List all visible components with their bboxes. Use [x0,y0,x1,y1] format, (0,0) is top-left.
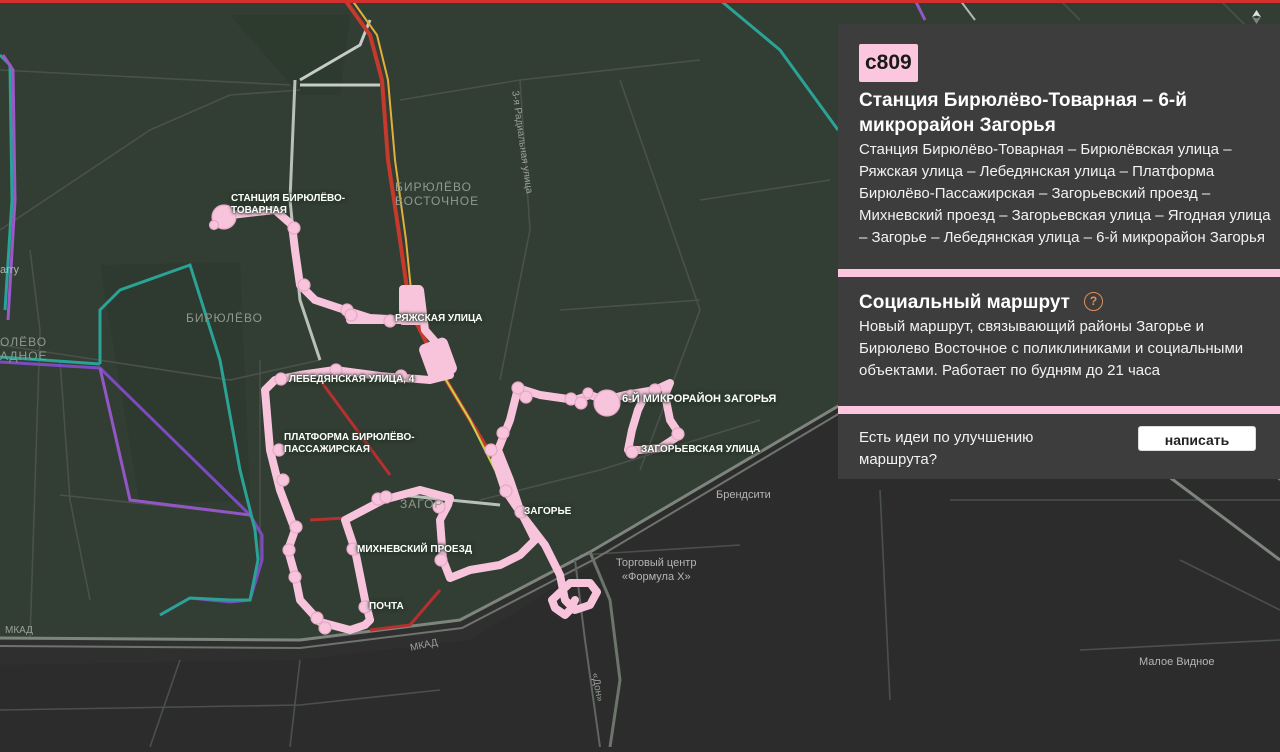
route-title: Станция Бирюлёво-Товарная – 6-й микрорай… [859,90,1187,136]
top-accent-bar [0,0,1280,3]
district-label-zagorye: Загор [400,497,444,511]
question-mark-icon[interactable]: ? [1084,292,1103,311]
district-label-left-edge: олёво адное [0,335,48,363]
stop-label-zagoryevskaya[interactable]: Загорьевская улица [641,444,760,456]
compass-icon[interactable] [1252,10,1261,24]
stop-label-line: Пассажирская [284,444,370,455]
stop-label-line: Станция Бирюлёво- [231,193,346,204]
district-label-birulevo-vostochnoe: Бирюлёво Восточное [395,180,479,208]
stop-label-birulevo-tovarnaya[interactable]: Станция Бирюлёво- Товарная [231,193,345,217]
place-label-line: «Формула Х» [621,571,691,583]
stop-label-line: Платформа Бирюлёво- [284,432,415,443]
place-label-brendsiti: Брендсити [716,489,771,501]
write-feedback-button[interactable]: написать [1138,426,1256,451]
stop-label-ryazhskaya[interactable]: Ряжская улица [395,313,482,325]
stop-label-pochta[interactable]: Почта [369,601,404,613]
stop-label-zagorye[interactable]: Загорье [524,506,571,518]
road-label-mkad-left: МКАД [5,625,33,636]
place-label-line: Торговый центр [616,557,697,569]
place-label-formula: Торговый центр «Формула Х» [616,556,696,584]
route-info-panel: с809 Станция Бирюлёво-Товарная – 6-й мик… [838,24,1280,479]
place-label-left-cut: arry [0,264,19,276]
route-number-badge: с809 [859,44,918,82]
district-label-line: Восточное [395,194,480,208]
district-label-line: олёво [0,335,48,349]
stop-label-mikhnevsky[interactable]: Михневский проезд [357,544,472,556]
stop-label-sixth-mkr[interactable]: 6-й микрорайон Загорья [622,393,776,405]
social-route-description: Новый маршрут, связывающий районы Загорь… [859,318,1244,379]
social-route-title: Социальный маршрут [859,292,1070,313]
stop-label-line: Товарная [231,205,287,216]
stop-label-lebedyanskaya[interactable]: Лебедянская улица, 4 [289,374,414,386]
stop-label-platforma[interactable]: Платформа Бирюлёво- Пассажирская [284,432,415,456]
district-label-line: адное [0,349,48,363]
panel-divider [838,269,1280,277]
panel-divider [838,406,1280,414]
district-label-birulevo: Бирюлёво [186,311,263,325]
route-stops-list: Станция Бирюлёво-Товарная – Бирюлёвская … [859,141,1271,246]
feedback-prompt: Есть идеи по улучшению маршрута? [859,429,1034,468]
place-label-maloe-vidnoe: Малое Видное [1139,656,1215,668]
district-label-line: Бирюлёво [395,180,472,194]
